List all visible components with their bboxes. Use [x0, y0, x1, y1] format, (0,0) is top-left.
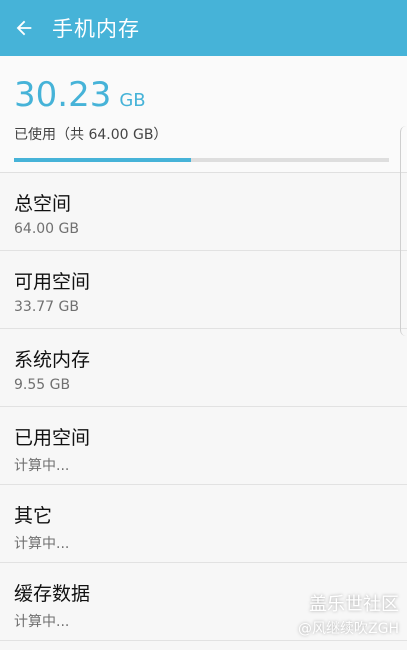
list-item-available-space[interactable]: 可用空间 33.77 GB	[0, 251, 407, 329]
list-item-total-space[interactable]: 总空间 64.00 GB	[0, 173, 407, 251]
watermark: 盖乐世社区 @风继续吹ZGH	[298, 590, 399, 638]
used-unit: GB	[119, 90, 146, 111]
arrow-left-icon	[16, 20, 32, 36]
watermark-line1: 盖乐世社区	[309, 594, 399, 615]
back-button[interactable]	[10, 14, 38, 42]
storage-progress-bar	[14, 158, 389, 162]
item-value: 64.00 GB	[14, 221, 79, 237]
list-item-other[interactable]: 其它 计算中...	[0, 485, 407, 563]
item-value: 计算中...	[14, 536, 70, 552]
used-storage: 30.23 GB	[14, 78, 393, 112]
storage-summary: 30.23 GB 已使用（共 64.00 GB）	[0, 56, 407, 172]
storage-progress-fill	[14, 158, 191, 162]
item-label: 其它	[14, 505, 53, 527]
item-value: 计算中...	[14, 458, 70, 474]
edge-panel-handle[interactable]	[400, 126, 407, 336]
item-label: 可用空间	[14, 271, 91, 293]
watermark-line2: @风继续吹ZGH	[298, 621, 399, 637]
used-subtitle: 已使用（共 64.00 GB）	[14, 127, 168, 143]
item-value: 33.77 GB	[14, 299, 79, 315]
item-label: 系统内存	[14, 349, 91, 371]
item-value: 9.55 GB	[14, 377, 71, 393]
item-label: 已用空间	[14, 427, 91, 449]
page-title: 手机内存	[52, 17, 140, 41]
app-bar: 手机内存	[0, 0, 407, 56]
item-label: 总空间	[14, 193, 72, 215]
used-value: 30.23	[14, 75, 112, 115]
list-item-system-memory[interactable]: 系统内存 9.55 GB	[0, 329, 407, 407]
list-item-used-space[interactable]: 已用空间 计算中...	[0, 407, 407, 485]
storage-list: 总空间 64.00 GB 可用空间 33.77 GB 系统内存 9.55 GB …	[0, 173, 407, 641]
